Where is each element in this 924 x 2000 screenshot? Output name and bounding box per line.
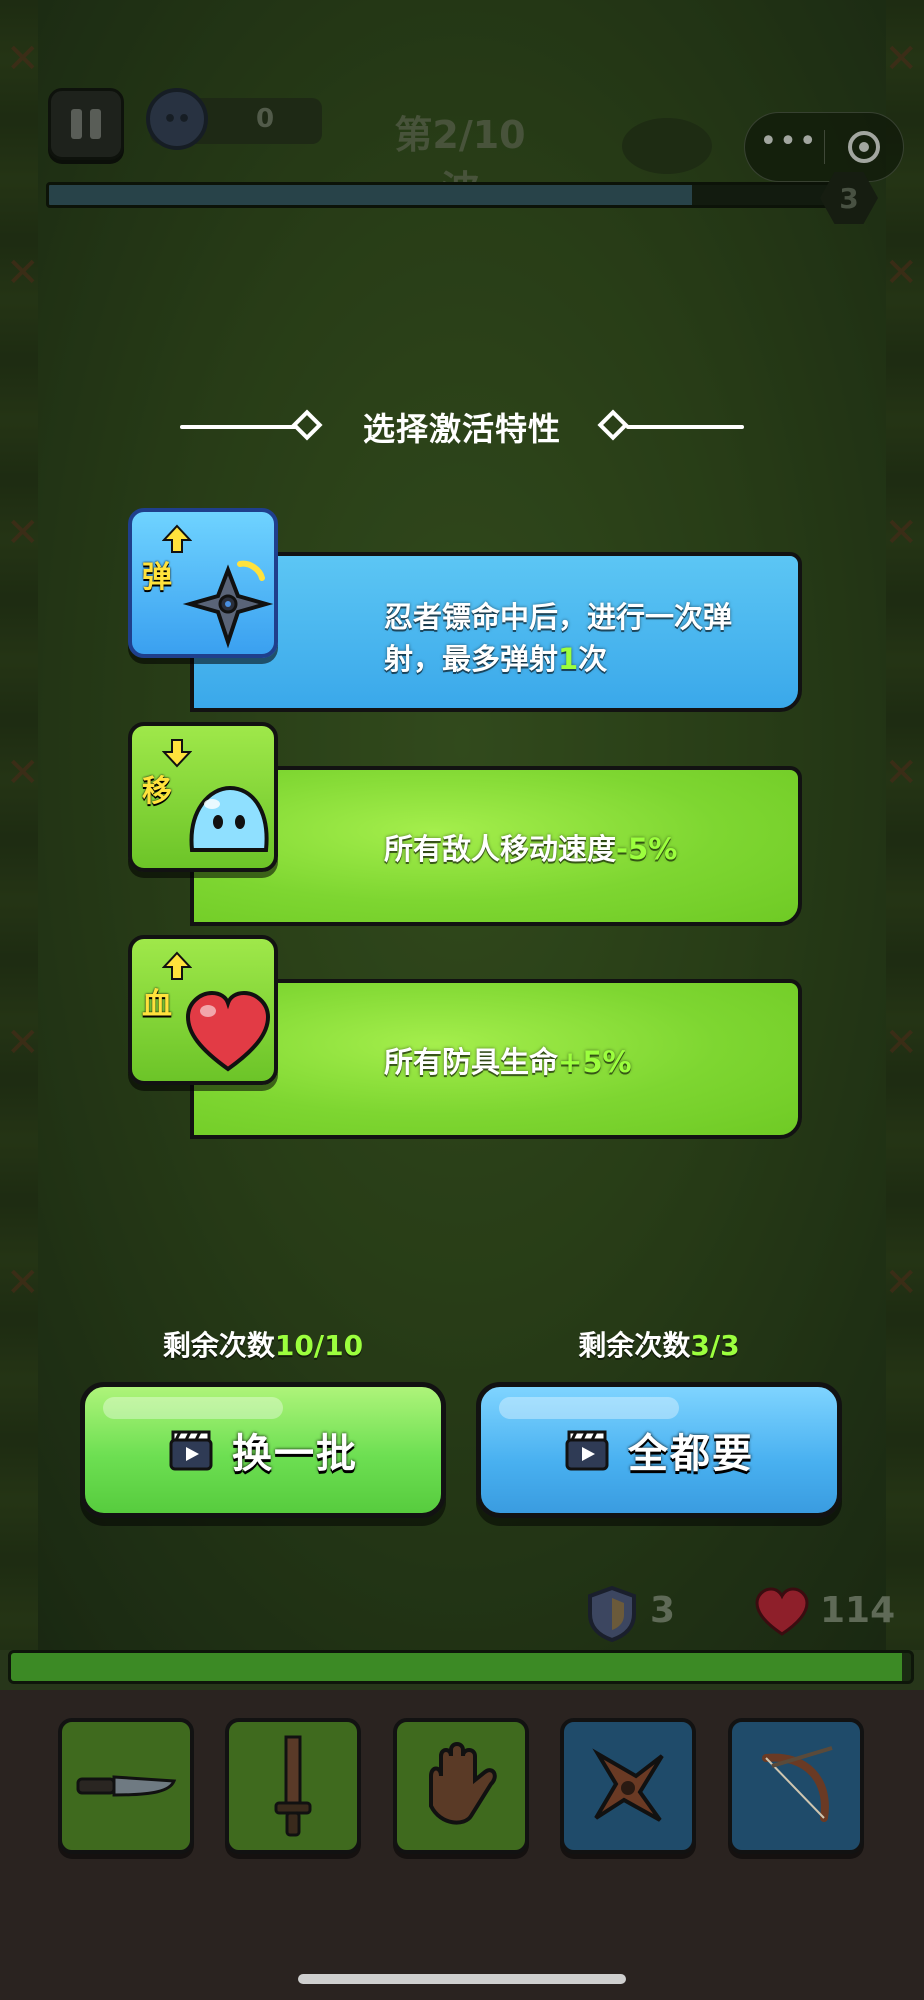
trait-icon-box: 弹 [128, 508, 278, 658]
bow-icon [762, 1746, 833, 1822]
video-ad-icon [565, 1430, 609, 1471]
knife-icon [76, 1775, 177, 1797]
trait-card-body: 所有敌人移动速度-5% [190, 766, 802, 926]
shield-icon [588, 1585, 636, 1642]
hp-value: 114 [820, 1590, 896, 1631]
heart-icon [185, 990, 271, 1072]
equipment-slot-glove[interactable] [393, 1718, 529, 1854]
player-hp-bar [8, 1650, 914, 1684]
take-all-button[interactable]: 全都要 [476, 1382, 842, 1518]
reroll-label: 换一批 [232, 1431, 358, 1477]
take-all-count: 剩余次数3/3 [578, 1329, 740, 1362]
trait-description: 所有敌人移动速度-5% [384, 832, 678, 866]
glove-icon [429, 1742, 497, 1825]
trait-char: 移 [142, 774, 172, 809]
modal-title: 选择激活特性 [362, 410, 561, 448]
shuriken-icon [592, 1748, 664, 1822]
trait-char: 血 [142, 987, 172, 1022]
trait-card-armor-hp[interactable]: 所有防具生命+5% 血 [128, 935, 804, 1139]
home-indicator[interactable] [298, 1974, 626, 1984]
equipment-slot-shuriken[interactable] [560, 1718, 696, 1854]
reroll-count: 剩余次数10/10 [162, 1329, 364, 1362]
reroll-button[interactable]: 换一批 [80, 1382, 446, 1518]
armor-value: 3 [650, 1590, 676, 1631]
trait-icon-box: 血 [128, 935, 278, 1085]
trait-description: 忍者镖命中后，进行一次弹 射，最多弹射1次 [384, 600, 733, 676]
title-line-right [626, 425, 744, 429]
player-hp-fill [11, 1653, 902, 1681]
equipment-slot-knife[interactable] [58, 1718, 194, 1854]
video-ad-icon [169, 1430, 213, 1471]
up-arrow-icon [162, 524, 192, 553]
shuriken-icon [182, 560, 274, 649]
heart-icon [755, 1587, 809, 1636]
sword-icon [274, 1735, 312, 1837]
title-line-left [180, 425, 298, 429]
trait-card-slow[interactable]: 所有敌人移动速度-5% 移 [128, 722, 804, 926]
slime-icon [189, 785, 269, 852]
down-arrow-icon [162, 739, 192, 768]
trait-card-body: 所有防具生命+5% [190, 979, 802, 1139]
trait-description: 所有防具生命+5% [384, 1045, 632, 1079]
equipment-slot-bow[interactable] [728, 1718, 864, 1854]
take-all-label: 全都要 [628, 1431, 754, 1477]
equipment-slot-sword[interactable] [225, 1718, 361, 1854]
trait-card-body: 忍者镖命中后，进行一次弹 射，最多弹射1次 [190, 552, 802, 712]
trait-icon-box: 移 [128, 722, 278, 872]
trait-card-bounce[interactable]: 忍者镖命中后，进行一次弹 射，最多弹射1次 弹 [128, 508, 804, 712]
trait-char: 弹 [142, 560, 172, 595]
up-arrow-icon [162, 951, 192, 980]
